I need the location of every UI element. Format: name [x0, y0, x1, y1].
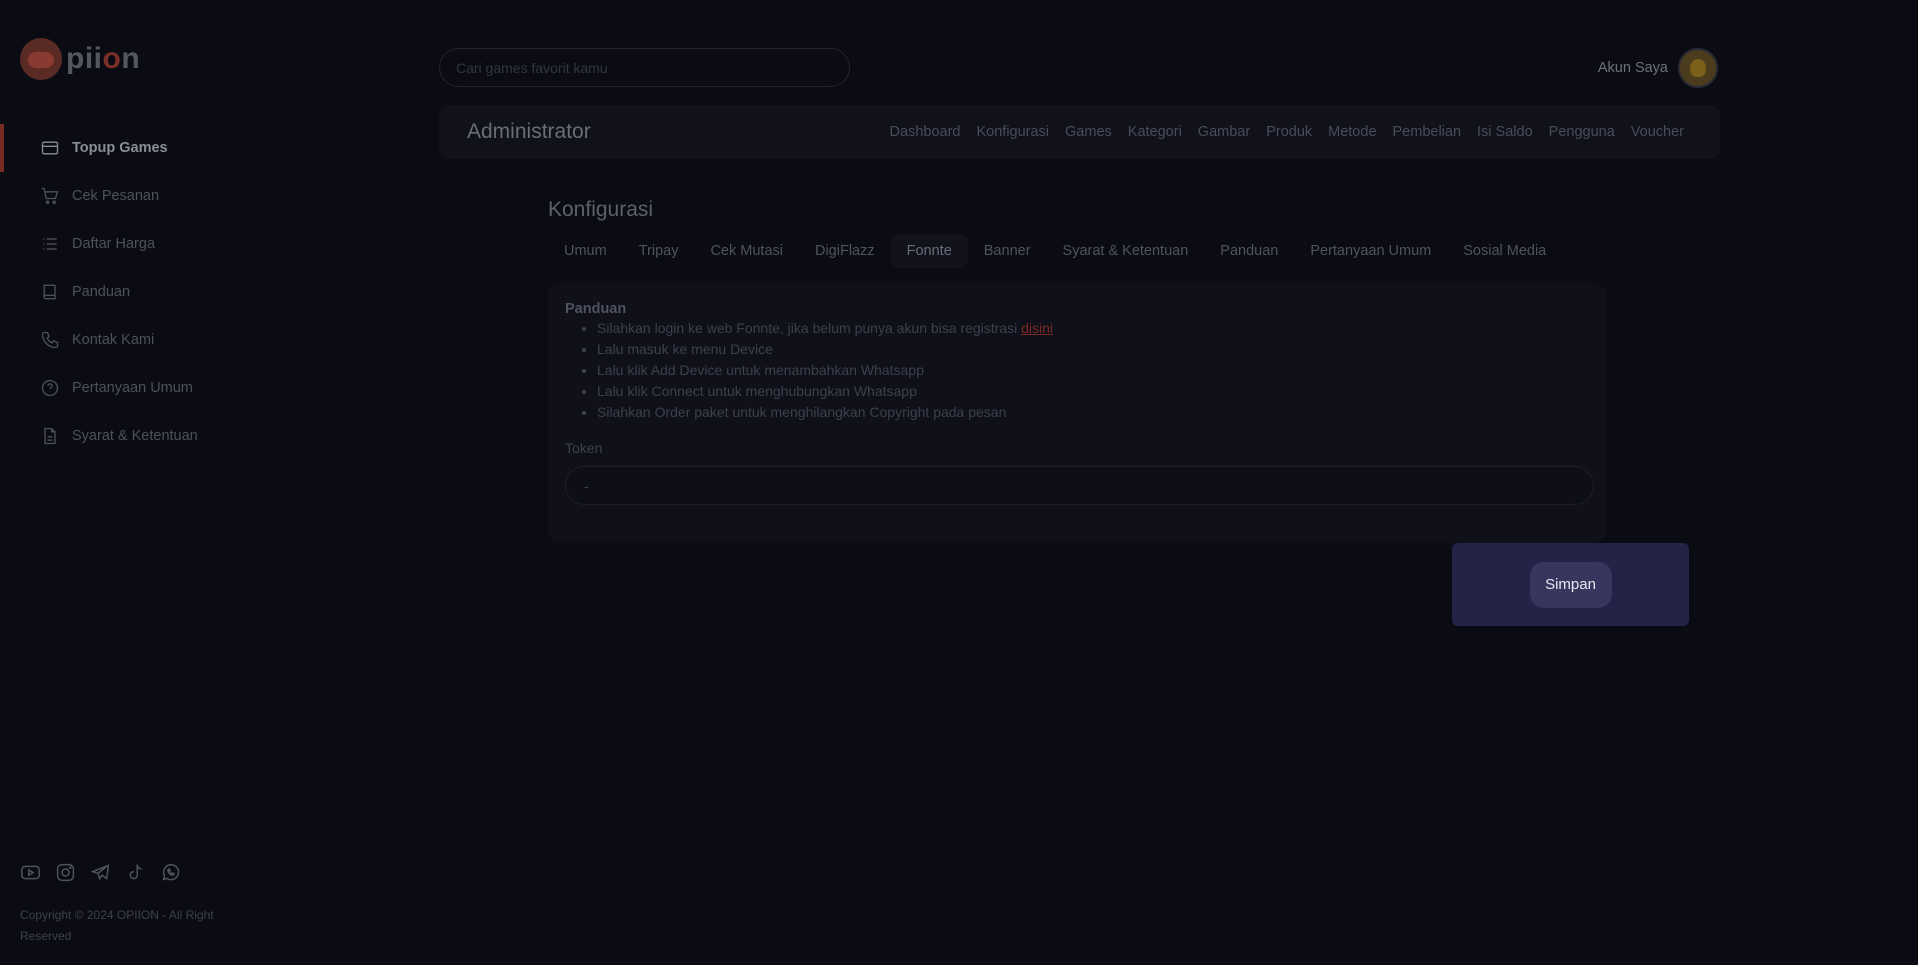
account-label: Akun Saya: [1597, 60, 1668, 76]
admin-link-pembelian[interactable]: Pembelian: [1393, 124, 1462, 140]
sidebar-item-syarat-ketentuan[interactable]: Syarat & Ketentuan: [0, 412, 250, 460]
tab-panduan[interactable]: Panduan: [1204, 234, 1294, 268]
admin-link-produk[interactable]: Produk: [1266, 124, 1312, 140]
save-button[interactable]: Simpan: [1529, 561, 1612, 608]
admin-link-kategori[interactable]: Kategori: [1128, 124, 1182, 140]
sidebar-item-topup-games[interactable]: Topup Games: [0, 124, 250, 172]
admin-link-pengguna[interactable]: Pengguna: [1549, 124, 1615, 140]
avatar[interactable]: [1678, 48, 1718, 88]
sidebar-item-label: Daftar Harga: [72, 236, 156, 252]
tab-syarat-ketentuan[interactable]: Syarat & Ketentuan: [1047, 234, 1205, 268]
admin-links: Dashboard Konfigurasi Games Kategori Gam…: [890, 124, 1684, 140]
sidebar-item-label: Pertanyaan Umum: [72, 380, 193, 396]
sidebar: piion Topup Games Cek Pesanan Daftar Har…: [0, 0, 250, 965]
sidebar-item-label: Kontak Kami: [72, 332, 155, 348]
sidebar-item-label: Topup Games: [72, 140, 168, 156]
book-icon: [43, 284, 56, 300]
document-icon: [44, 427, 56, 445]
sidebar-item-daftar-harga[interactable]: Daftar Harga: [0, 220, 250, 268]
admin-link-konfigurasi[interactable]: Konfigurasi: [976, 124, 1049, 140]
guide-step: Lalu masuk ke menu Device: [597, 339, 1589, 360]
admin-navbar: Administrator Dashboard Konfigurasi Game…: [439, 105, 1720, 159]
sidebar-item-label: Syarat & Ketentuan: [72, 428, 198, 444]
logo[interactable]: piion: [20, 38, 140, 80]
tab-umum[interactable]: Umum: [548, 234, 623, 268]
social-links: [20, 862, 181, 883]
tab-tripay[interactable]: Tripay: [623, 234, 695, 268]
instagram-icon[interactable]: [55, 862, 76, 883]
page-title: Konfigurasi: [548, 198, 654, 221]
admin-link-metode[interactable]: Metode: [1328, 124, 1376, 140]
config-tabs: Umum Tripay Cek Mutasi DigiFlazz Fonnte …: [548, 234, 1562, 268]
credit-card-icon: [41, 141, 59, 155]
fonnte-config-card: Panduan Silahkan login ke web Fonnte, ji…: [548, 283, 1606, 543]
admin-title: Administrator: [467, 120, 591, 143]
youtube-icon[interactable]: [20, 862, 41, 883]
guide-list: Silahkan login ke web Fonnte, jika belum…: [597, 318, 1589, 423]
token-input[interactable]: [565, 466, 1594, 505]
admin-link-games[interactable]: Games: [1065, 124, 1112, 140]
tab-digiflazz[interactable]: DigiFlazz: [799, 234, 891, 268]
account-menu[interactable]: Akun Saya: [1598, 48, 1718, 88]
sidebar-item-label: Cek Pesanan: [72, 188, 160, 204]
token-label: Token: [565, 440, 603, 456]
tab-fonnte[interactable]: Fonnte: [890, 234, 968, 268]
admin-link-voucher[interactable]: Voucher: [1631, 124, 1684, 140]
sidebar-item-panduan[interactable]: Panduan: [0, 268, 250, 316]
sidebar-item-cek-pesanan[interactable]: Cek Pesanan: [0, 172, 250, 220]
phone-icon: [41, 331, 59, 349]
list-icon: [43, 238, 57, 250]
save-panel: Simpan: [1452, 543, 1689, 626]
cart-icon: [41, 187, 59, 205]
admin-link-isi-saldo[interactable]: Isi Saldo: [1477, 124, 1533, 140]
sidebar-item-label: Panduan: [72, 284, 131, 300]
tab-banner[interactable]: Banner: [968, 234, 1047, 268]
tab-pertanyaan-umum[interactable]: Pertanyaan Umum: [1294, 234, 1447, 268]
admin-link-dashboard[interactable]: Dashboard: [890, 124, 961, 140]
gamepad-logo-icon: [20, 38, 62, 80]
copyright-text: Copyright © 2024 OPIION - All Right Rese…: [20, 908, 214, 943]
guide-step: Silahkan login ke web Fonnte, jika belum…: [597, 318, 1589, 339]
search-input[interactable]: [439, 48, 850, 87]
guide-step: Lalu klik Add Device untuk menambahkan W…: [597, 360, 1589, 381]
register-link[interactable]: disini: [1021, 320, 1053, 336]
whatsapp-icon[interactable]: [160, 862, 181, 883]
sidebar-item-kontak-kami[interactable]: Kontak Kami: [0, 316, 250, 364]
logo-text: piion: [66, 42, 141, 75]
tab-sosial-media[interactable]: Sosial Media: [1447, 234, 1562, 268]
help-circle-icon: [41, 379, 59, 397]
admin-link-gambar[interactable]: Gambar: [1198, 124, 1250, 140]
guide-title: Panduan: [565, 301, 627, 317]
tiktok-icon[interactable]: [125, 862, 146, 883]
tab-cek-mutasi[interactable]: Cek Mutasi: [694, 234, 799, 268]
guide-step: Silahkan Order paket untuk menghilangkan…: [597, 402, 1589, 423]
telegram-icon[interactable]: [90, 862, 111, 883]
sidebar-item-pertanyaan-umum[interactable]: Pertanyaan Umum: [0, 364, 250, 412]
sidebar-nav: Topup Games Cek Pesanan Daftar Harga Pan…: [0, 124, 250, 460]
guide-step: Lalu klik Connect untuk menghubungkan Wh…: [597, 381, 1589, 402]
